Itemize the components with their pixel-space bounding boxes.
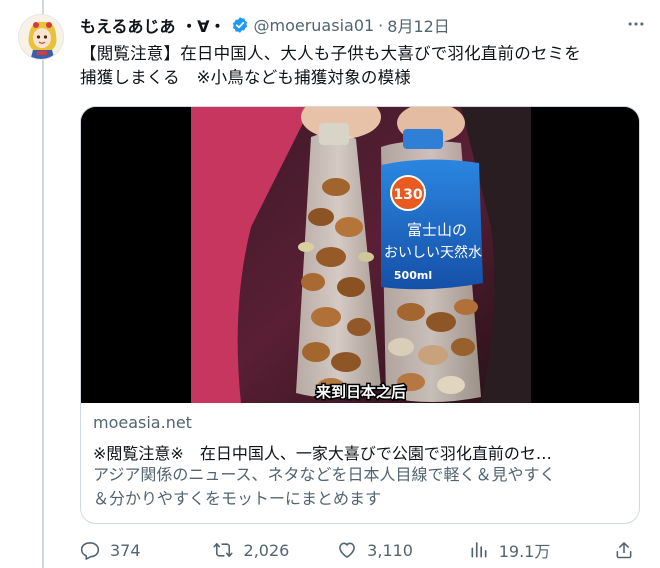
card-title: ※閲覧注意※ 在日中国人、一家大喜びで公園で羽化直前のセ… [93, 444, 552, 463]
tweet-text-line: 【閲覧注意】在日中国人、大人も子供も大喜びで羽化直前のセミを [80, 44, 581, 63]
views-count: 19.1万 [498, 542, 551, 561]
card-description: アジア関係のニュース、ネタなどを日本人目線で軽く＆見やすく ＆分かりやすくをモッ… [93, 463, 633, 511]
handle[interactable]: @moeruasia01 [253, 16, 374, 35]
display-name[interactable]: もえるあじあ ・∀・ [80, 13, 225, 37]
like-count: 3,110 [367, 540, 413, 560]
avatar-image [19, 15, 63, 59]
tweet-text-line: 捕獲しまくる ※小鳥なども捕獲対象の模様 [80, 68, 411, 87]
card-description-line: ＆分かりやすくをモットーにまとめます [93, 489, 382, 508]
retweet-arrows-icon [212, 542, 233, 558]
card-domain: moeasia.net [93, 413, 192, 432]
bottle-brand-line2: おいしい天然水 [384, 244, 482, 261]
bottle-brand-line1: 富士山の [407, 221, 467, 239]
video-subtitle: 来到日本之后 [315, 383, 406, 401]
bottle-badge: 130 [393, 187, 422, 203]
share-upload-icon [616, 542, 632, 559]
action-bar: 374 2,026 3,110 19.1万 [80, 538, 644, 562]
avatar[interactable] [18, 14, 64, 60]
tweet-text: 【閲覧注意】在日中国人、大人も子供も大喜びで羽化直前のセミを 捕獲しまくる ※小… [80, 42, 640, 90]
reply-count: 374 [110, 540, 141, 560]
views-bars-icon [471, 542, 487, 558]
tweet-date[interactable]: 8月12日 [387, 13, 450, 37]
reply-button[interactable]: 374 [80, 540, 212, 560]
share-button[interactable] [614, 540, 644, 560]
like-button[interactable]: 3,110 [337, 540, 469, 560]
verified-badge-icon [231, 16, 249, 34]
thread-line [42, 0, 44, 568]
reply-bubble-icon [80, 542, 100, 560]
views-button[interactable]: 19.1万 [469, 538, 614, 562]
link-card[interactable]: 130 富士山の おいしい天然水 500ml 来到日本之后 moeasia.ne… [80, 106, 640, 524]
retweet-count: 2,026 [243, 540, 290, 560]
card-media[interactable]: 130 富士山の おいしい天然水 500ml 来到日本之后 [81, 107, 639, 403]
bottle-volume: 500ml [394, 269, 432, 282]
card-media-image: 130 富士山の おいしい天然水 500ml 来到日本之后 [81, 107, 639, 403]
heart-icon [339, 542, 356, 558]
retweet-button[interactable]: 2,026 [212, 540, 338, 560]
tweet-header: もえるあじあ ・∀・ @moeruasia01 · 8月12日 [80, 12, 650, 38]
header-separator: · [378, 15, 384, 35]
card-description-line: アジア関係のニュース、ネタなどを日本人目線で軽く＆見やすく [93, 465, 556, 484]
more-dots-icon[interactable] [622, 10, 650, 38]
